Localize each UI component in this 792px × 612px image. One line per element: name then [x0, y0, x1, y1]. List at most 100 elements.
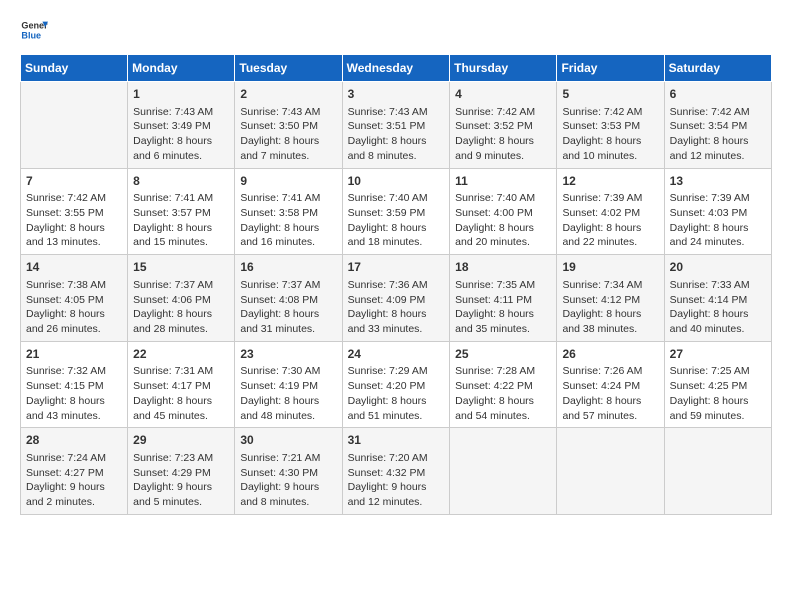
day-content: Sunrise: 7:36 AMSunset: 4:09 PMDaylight:…	[348, 278, 445, 337]
calendar-cell: 18 Sunrise: 7:35 AMSunset: 4:11 PMDayligh…	[450, 255, 557, 342]
calendar-cell: 9Sunrise: 7:41 AMSunset: 3:58 PMDaylight…	[235, 168, 342, 255]
calendar-cell: 31 Sunrise: 7:20 AMSunset: 4:32 PMDayligh…	[342, 428, 450, 515]
calendar-cell: 5 Sunrise: 7:42 AMSunset: 3:53 PMDaylight…	[557, 82, 664, 169]
day-content: Sunrise: 7:25 AMSunset: 4:25 PMDaylight:…	[670, 364, 766, 423]
day-content: Sunrise: 7:42 AMSunset: 3:55 PMDaylight:…	[26, 191, 122, 250]
day-content: Sunrise: 7:32 AMSunset: 4:15 PMDaylight:…	[26, 364, 122, 423]
day-content: Sunrise: 7:41 AMSunset: 3:57 PMDaylight:…	[133, 191, 229, 250]
day-number: 29	[133, 432, 229, 449]
day-number: 31	[348, 432, 445, 449]
day-number: 19	[562, 259, 658, 276]
week-row-4: 21Sunrise: 7:32 AMSunset: 4:15 PMDayligh…	[21, 341, 772, 428]
calendar-cell: 7Sunrise: 7:42 AMSunset: 3:55 PMDaylight…	[21, 168, 128, 255]
day-content: Sunrise: 7:42 AMSunset: 3:54 PMDaylight:…	[670, 105, 766, 164]
calendar-cell: 17Sunrise: 7:36 AMSunset: 4:09 PMDayligh…	[342, 255, 450, 342]
calendar-cell: 8Sunrise: 7:41 AMSunset: 3:57 PMDaylight…	[128, 168, 235, 255]
calendar-cell: 4 Sunrise: 7:42 AMSunset: 3:52 PMDaylight…	[450, 82, 557, 169]
day-content: Sunrise: 7:20 AMSunset: 4:32 PMDaylight:…	[348, 451, 445, 510]
day-number: 7	[26, 173, 122, 190]
week-row-5: 28Sunrise: 7:24 AMSunset: 4:27 PMDayligh…	[21, 428, 772, 515]
calendar-cell: 19 Sunrise: 7:34 AMSunset: 4:12 PMDayligh…	[557, 255, 664, 342]
day-number: 25	[455, 346, 551, 363]
svg-text:Blue: Blue	[21, 30, 41, 40]
logo-icon: General Blue	[20, 16, 48, 44]
day-content: Sunrise: 7:42 AMSunset: 3:53 PMDaylight:…	[562, 105, 658, 164]
day-number: 1	[133, 86, 229, 103]
calendar-cell: 12Sunrise: 7:39 AMSunset: 4:02 PMDayligh…	[557, 168, 664, 255]
day-content: Sunrise: 7:21 AMSunset: 4:30 PMDaylight:…	[240, 451, 336, 510]
day-number: 5	[562, 86, 658, 103]
calendar-cell: 20 Sunrise: 7:33 AMSunset: 4:14 PMDayligh…	[664, 255, 771, 342]
day-number: 20	[670, 259, 766, 276]
day-number: 13	[670, 173, 766, 190]
calendar-cell: 6 Sunrise: 7:42 AMSunset: 3:54 PMDaylight…	[664, 82, 771, 169]
day-number: 4	[455, 86, 551, 103]
calendar-cell: 28Sunrise: 7:24 AMSunset: 4:27 PMDayligh…	[21, 428, 128, 515]
day-content: Sunrise: 7:43 AMSunset: 3:50 PMDaylight:…	[240, 105, 336, 164]
day-content: Sunrise: 7:33 AMSunset: 4:14 PMDaylight:…	[670, 278, 766, 337]
calendar-cell: 15 Sunrise: 7:37 AMSunset: 4:06 PMDayligh…	[128, 255, 235, 342]
calendar-cell: 3 Sunrise: 7:43 AMSunset: 3:51 PMDaylight…	[342, 82, 450, 169]
day-content: Sunrise: 7:34 AMSunset: 4:12 PMDaylight:…	[562, 278, 658, 337]
header-cell-thursday: Thursday	[450, 55, 557, 82]
header-cell-friday: Friday	[557, 55, 664, 82]
day-content: Sunrise: 7:30 AMSunset: 4:19 PMDaylight:…	[240, 364, 336, 423]
day-content: Sunrise: 7:35 AMSunset: 4:11 PMDaylight:…	[455, 278, 551, 337]
calendar-cell: 14 Sunrise: 7:38 AMSunset: 4:05 PMDayligh…	[21, 255, 128, 342]
day-number: 30	[240, 432, 336, 449]
week-row-1: 1 Sunrise: 7:43 AMSunset: 3:49 PMDaylight…	[21, 82, 772, 169]
day-content: Sunrise: 7:37 AMSunset: 4:06 PMDaylight:…	[133, 278, 229, 337]
calendar-cell: 30 Sunrise: 7:21 AMSunset: 4:30 PMDayligh…	[235, 428, 342, 515]
calendar-cell: 21Sunrise: 7:32 AMSunset: 4:15 PMDayligh…	[21, 341, 128, 428]
calendar-cell: 23Sunrise: 7:30 AMSunset: 4:19 PMDayligh…	[235, 341, 342, 428]
day-content: Sunrise: 7:39 AMSunset: 4:03 PMDaylight:…	[670, 191, 766, 250]
calendar-cell: 29 Sunrise: 7:23 AMSunset: 4:29 PMDayligh…	[128, 428, 235, 515]
day-content: Sunrise: 7:41 AMSunset: 3:58 PMDaylight:…	[240, 191, 336, 250]
day-content: Sunrise: 7:43 AMSunset: 3:51 PMDaylight:…	[348, 105, 445, 164]
day-number: 9	[240, 173, 336, 190]
day-number: 8	[133, 173, 229, 190]
calendar-cell	[557, 428, 664, 515]
day-number: 23	[240, 346, 336, 363]
calendar-cell: 22Sunrise: 7:31 AMSunset: 4:17 PMDayligh…	[128, 341, 235, 428]
calendar-cell: 26Sunrise: 7:26 AMSunset: 4:24 PMDayligh…	[557, 341, 664, 428]
day-number: 28	[26, 432, 122, 449]
header-row: SundayMondayTuesdayWednesdayThursdayFrid…	[21, 55, 772, 82]
day-content: Sunrise: 7:28 AMSunset: 4:22 PMDaylight:…	[455, 364, 551, 423]
calendar-table: SundayMondayTuesdayWednesdayThursdayFrid…	[20, 54, 772, 515]
day-number: 3	[348, 86, 445, 103]
day-number: 15	[133, 259, 229, 276]
day-number: 2	[240, 86, 336, 103]
calendar-cell	[664, 428, 771, 515]
calendar-cell	[21, 82, 128, 169]
calendar-cell: 13Sunrise: 7:39 AMSunset: 4:03 PMDayligh…	[664, 168, 771, 255]
header-cell-saturday: Saturday	[664, 55, 771, 82]
day-number: 14	[26, 259, 122, 276]
day-content: Sunrise: 7:37 AMSunset: 4:08 PMDaylight:…	[240, 278, 336, 337]
calendar-cell: 10Sunrise: 7:40 AMSunset: 3:59 PMDayligh…	[342, 168, 450, 255]
logo: General Blue	[20, 16, 52, 44]
calendar-cell: 24Sunrise: 7:29 AMSunset: 4:20 PMDayligh…	[342, 341, 450, 428]
calendar-cell: 11Sunrise: 7:40 AMSunset: 4:00 PMDayligh…	[450, 168, 557, 255]
day-content: Sunrise: 7:43 AMSunset: 3:49 PMDaylight:…	[133, 105, 229, 164]
calendar-cell: 16 Sunrise: 7:37 AMSunset: 4:08 PMDayligh…	[235, 255, 342, 342]
header: General Blue	[20, 16, 772, 44]
day-number: 22	[133, 346, 229, 363]
day-number: 21	[26, 346, 122, 363]
day-number: 24	[348, 346, 445, 363]
day-content: Sunrise: 7:42 AMSunset: 3:52 PMDaylight:…	[455, 105, 551, 164]
day-content: Sunrise: 7:40 AMSunset: 3:59 PMDaylight:…	[348, 191, 445, 250]
day-number: 11	[455, 173, 551, 190]
day-number: 26	[562, 346, 658, 363]
calendar-cell: 1 Sunrise: 7:43 AMSunset: 3:49 PMDaylight…	[128, 82, 235, 169]
header-cell-monday: Monday	[128, 55, 235, 82]
day-content: Sunrise: 7:38 AMSunset: 4:05 PMDaylight:…	[26, 278, 122, 337]
day-number: 16	[240, 259, 336, 276]
day-number: 18	[455, 259, 551, 276]
day-content: Sunrise: 7:23 AMSunset: 4:29 PMDaylight:…	[133, 451, 229, 510]
day-number: 6	[670, 86, 766, 103]
calendar-cell	[450, 428, 557, 515]
week-row-2: 7Sunrise: 7:42 AMSunset: 3:55 PMDaylight…	[21, 168, 772, 255]
day-content: Sunrise: 7:29 AMSunset: 4:20 PMDaylight:…	[348, 364, 445, 423]
header-cell-sunday: Sunday	[21, 55, 128, 82]
